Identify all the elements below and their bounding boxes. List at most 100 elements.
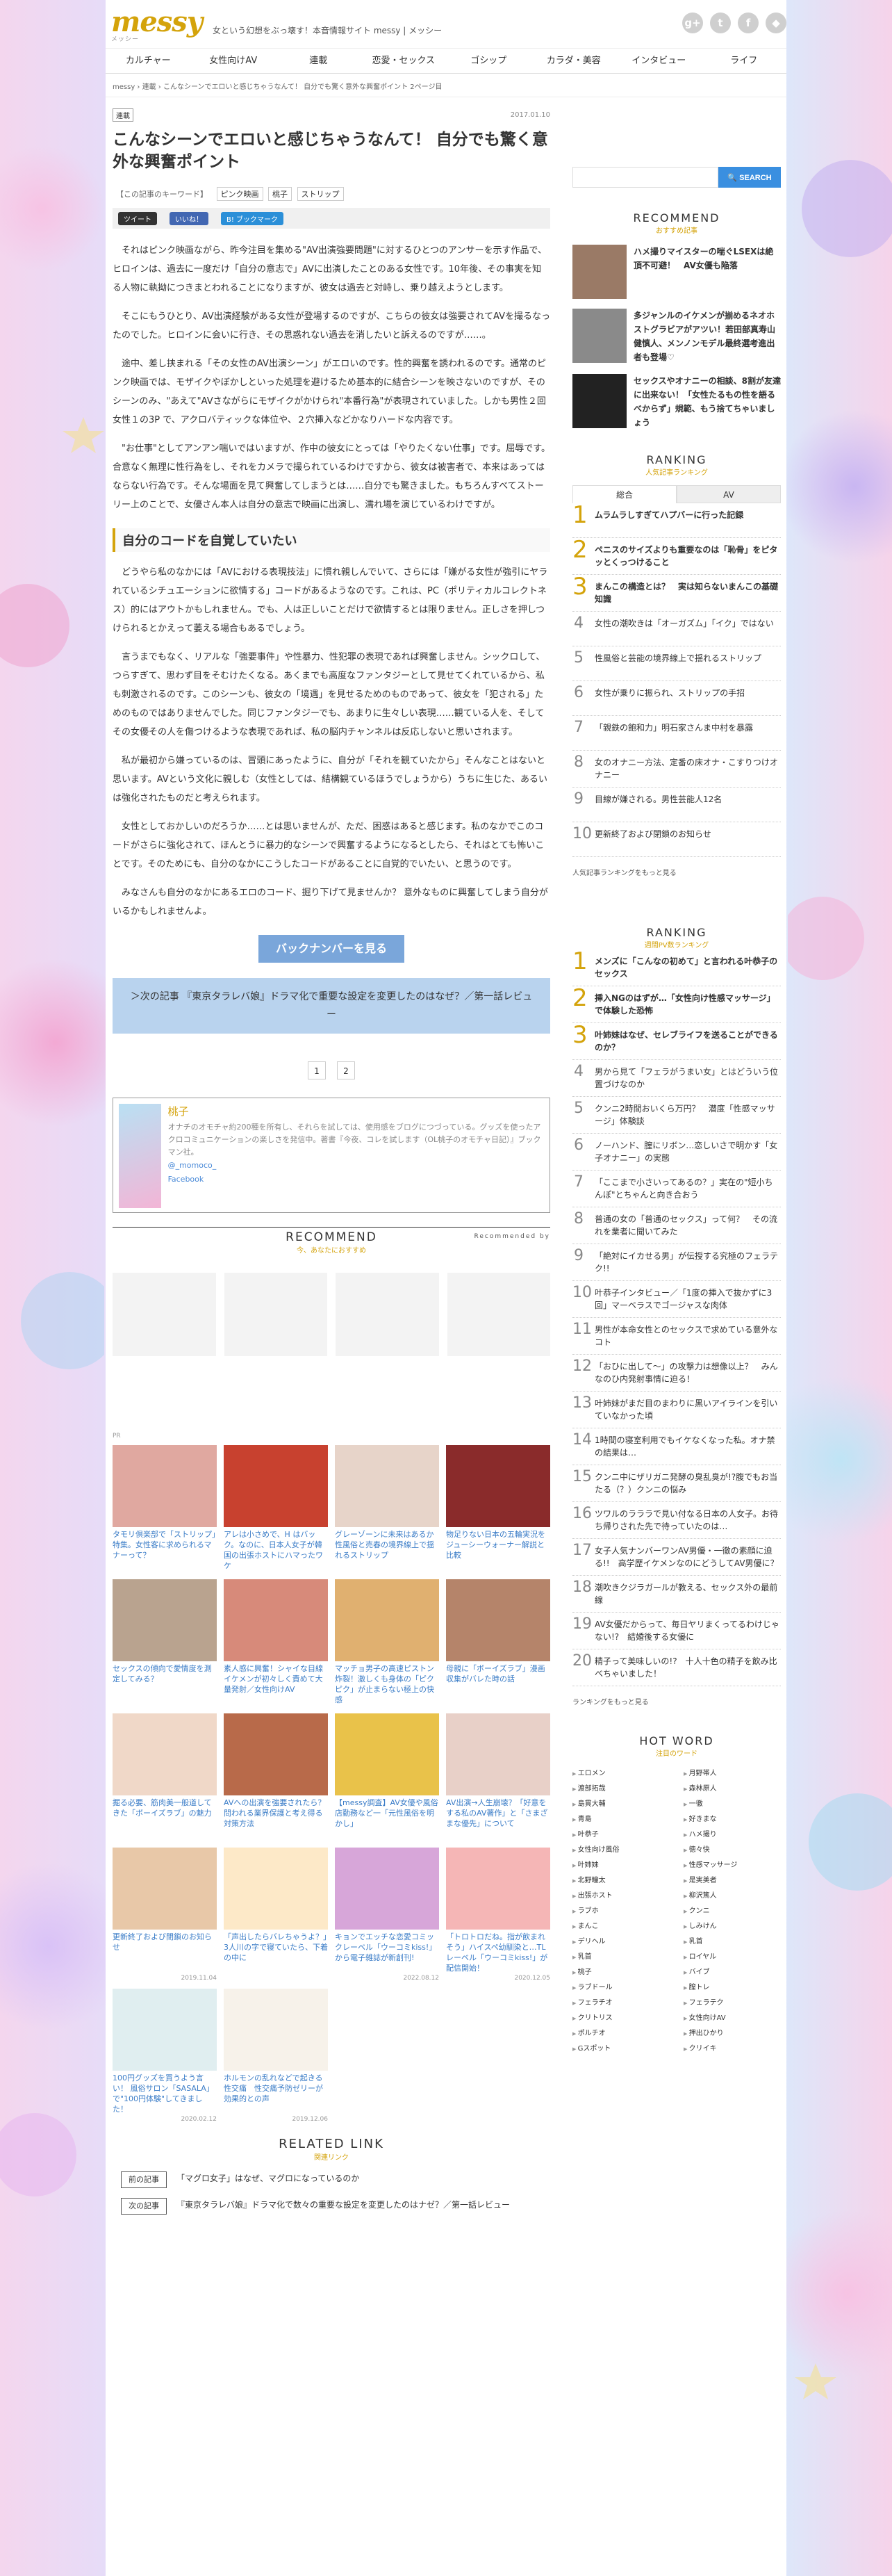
hotword-link[interactable]: 女性向け風俗 [572,1843,670,1858]
side-recommend-item[interactable]: ハメ撮りマイスターの喘ぐLSEXは絶頂不可避！ AV女優も陥落 [572,245,781,299]
hotword-link[interactable]: 桃子 [572,1965,670,1980]
hotword-link[interactable]: 月野帯人 [684,1766,781,1782]
nav-interview[interactable]: インタビュー [616,49,702,73]
ranking-item-title[interactable]: 叶恭子インタビュー／「1度の挿入で抜かずに3回」マーベラスでゴージャスな肉体 [595,1287,781,1312]
ranking-item-title[interactable]: クンニ2時間おいくら万円？ 潜度「性感マッサージ」体験談 [595,1102,781,1127]
related-next[interactable]: 次の記事 『東京タラレバ娘』ドラマ化で数々の重要な設定を変更したのはナゼ？／第一話… [113,2198,550,2215]
recommend-card[interactable]: 【messy調査】AV女優や風俗店勤務など一「元性風俗を明かし」 [335,1713,439,1841]
card-title[interactable]: 「声出したらバレちゃうよ？」3人川の字で寝ていたら、下着の中に [224,1932,328,1975]
ranking-item-title[interactable]: 女性の潮吹きは「オーガズム」「イク」ではない [595,617,774,640]
site-logo[interactable]: messy メッシー [111,6,203,43]
card-thumbnail[interactable] [446,1713,550,1795]
ranking-item-title[interactable]: 目線が嫌される。男性芸能人12名 [595,793,722,816]
card-title[interactable]: マッチョ男子の高速ピストン炸裂！激しくも身体の「ピクピク」が止まらない極上の快感 [335,1663,439,1706]
ranking-item[interactable]: 7 「親鉄の飽和力」明石家さんま中村を暴露 [572,716,781,751]
ranking-item-title[interactable]: 「親鉄の飽和力」明石家さんま中村を暴露 [595,722,753,744]
recommend-card[interactable]: アレは小さめで、H はバック。なのに、日本人女子が韓国の出張ホストにハマったワケ [224,1445,328,1572]
recommend-card[interactable]: 「声出したらバレちゃうよ？」3人川の字で寝ていたら、下着の中に [224,1848,328,1982]
hotword-link[interactable]: ロイヤル [684,1950,781,1965]
hotword-link[interactable]: 北野瞳太 [572,1873,670,1889]
hotword-link[interactable]: しみけん [684,1919,781,1934]
card-title[interactable]: グレーゾーンに未来はあるか 性風俗と売春の境界線上で揺れるストリップ [335,1529,439,1572]
tweet-button[interactable]: ツイート [118,211,157,225]
twitter-icon[interactable]: t [710,13,731,33]
card-thumbnail[interactable] [224,1848,328,1930]
hotword-link[interactable]: フェラチオ [572,1996,670,2011]
ranking-item-title[interactable]: AV女優だからって、毎日ヤリまくってるわけじゃない!? 結婚後する女優に [595,1618,781,1643]
card-thumbnail[interactable] [335,1445,439,1527]
ranking-item-title[interactable]: 更新終了および閉鎖のお知らせ [595,828,711,851]
ranking-item[interactable]: 1 ムラムラしすぎてハプバーに行った記録 [572,503,781,538]
card-title[interactable]: 素人感に興奮！シャイな目線イケメンが初々しく責めて大量発射／女性向けAV [224,1663,328,1706]
nav-gossip[interactable]: ゴシップ [446,49,531,73]
card-thumbnail[interactable] [335,1848,439,1930]
ranking-item[interactable]: 3 叶姉妹はなぜ、セレブライフを送ることができるのか？ [572,1023,781,1060]
card-thumbnail[interactable] [446,1445,550,1527]
ranking-item-title[interactable]: 1時間の寝室利用でもイケなくなった私。オナ禁の結果は… [595,1434,781,1459]
ranking-item[interactable]: 8 女のオナニー方法、定番の床オナ・こすりつけオナニー [572,751,781,788]
recommend-card[interactable]: AV出演→人生崩壊？「好意をする私のAV著作」と「さまざまな優先」について [446,1713,550,1841]
recommend-card[interactable]: 掘る必要、筋肉美一般道してきた「ボーイズラブ」の魅力 [113,1713,217,1841]
card-thumbnail[interactable] [113,1848,217,1930]
ranking-item[interactable]: 4 女性の潮吹きは「オーガズム」「イク」ではない [572,612,781,646]
card-thumbnail[interactable] [224,1445,328,1527]
hotword-link[interactable]: 渡部拓哉 [572,1782,670,1797]
ranking-item[interactable]: 8 普通の女の「普通のセックス」って何？ その流れを業者に聞いてみた [572,1207,781,1244]
page-1[interactable]: 1 [308,1061,326,1079]
hotword-link[interactable]: 女性向けAV [684,2011,781,2026]
ranking-item-title[interactable]: 「ここまで小さいってあるの？」実在の"短小ちんぽ"とちゃんと向き合おう [595,1176,781,1201]
side-recommend-item[interactable]: セックスやオナニーの相談、8割が友達に出来ない！「女性たるもの性を語るべからず」… [572,374,781,430]
hotword-link[interactable]: ラブドール [572,1980,670,1996]
ranking-item-title[interactable]: 潮吹きクジラガールが教える、セックス外の最前線 [595,1581,781,1606]
card-title[interactable]: キョンでエッチな恋愛コミックレーベル「ウーコミkiss!」から電子雑誌が新創刊! [335,1932,439,1975]
hotword-link[interactable]: まんこ [572,1919,670,1934]
hotword-link[interactable]: 出張ホスト [572,1889,670,1904]
ranking-item[interactable]: 5 性風俗と芸能の境界線上で揺れるストリップ [572,646,781,681]
card-thumbnail[interactable] [113,1989,217,2071]
nav-female-av[interactable]: 女性向けAV [191,49,276,73]
ranking-item-title[interactable]: 男性が本命女性とのセックスで求めている意外なコト [595,1323,781,1348]
ranking-item[interactable]: 9 目線が嫌される。男性芸能人12名 [572,788,781,822]
ranking-item-title[interactable]: ムラムラしすぎてハプバーに行った記録 [595,509,743,532]
recommend-card[interactable]: 「トロトロだね。指が飲まれそう」ハイスペ幼馴染と…TLレーベル「ウーコミkiss… [446,1848,550,1982]
breadcrumb[interactable]: messy › 連載 › こんなシーンでエロいと感じちゃうなんて！ 自分でも驚く… [106,74,786,97]
card-title[interactable]: アレは小さめで、H はバック。なのに、日本人女子が韓国の出張ホストにハマったワケ [224,1529,328,1572]
hotword-link[interactable]: 好きまな [684,1812,781,1827]
ranking-item[interactable]: 11 男性が本命女性とのセックスで求めている意外なコト [572,1318,781,1355]
hotword-link[interactable]: デリヘル [572,1934,670,1950]
author-twitter-link[interactable]: @_momoco_ [168,1159,544,1173]
card-thumbnail[interactable] [113,1713,217,1795]
ranking-item-title[interactable]: 男から見て「フェラがうまい女」とはどういう位置づけなのか [595,1066,781,1091]
card-title[interactable]: 100円グッズを買うよう言い！ 風俗サロン「SASALA」で"100円体験"して… [113,2073,217,2116]
ranking-item[interactable]: 6 女性が乗りに振られ、ストリップの手招 [572,681,781,716]
ranking-item[interactable]: 3 まんこの構造とは？ 実は知らないまんこの基礎知識 [572,575,781,612]
ranking-item[interactable]: 2 挿入NGのはずが…「女性向け性感マッサージ」で体験した恐怖 [572,986,781,1023]
ranking-item[interactable]: 14 1時間の寝室利用でもイケなくなった私。オナ禁の結果は… [572,1428,781,1465]
card-thumbnail[interactable] [224,1989,328,2071]
ranking-item[interactable]: 13 叶姉妹がまだ目のまわりに黒いアイラインを引いていなかった頃 [572,1392,781,1428]
ranking-item-title[interactable]: 叶姉妹がまだ目のまわりに黒いアイラインを引いていなかった頃 [595,1397,781,1422]
related-prev[interactable]: 前の記事 「マグロ女子」はなぜ、マグロになっているのか [113,2171,550,2188]
next-article-link[interactable]: ＞次の記事 『東京タラレバ娘』ドラマ化で重要な設定を変更したのはなぜ？／第一話レ… [113,978,550,1034]
like-button[interactable]: いいね！ [170,211,208,225]
hotword-link[interactable]: 徳々快 [684,1843,781,1858]
hatena-bookmark-button[interactable]: B! ブックマーク [221,211,284,225]
card-title[interactable]: ホルモンの乱れなどで起きる性交痛 性交痛予防ゼリーが効果的との声 [224,2073,328,2116]
recommend-card[interactable]: マッチョ男子の高速ピストン炸裂！激しくも身体の「ピクピク」が止まらない極上の快感 [335,1579,439,1706]
hotword-link[interactable]: ラブホ [572,1904,670,1919]
ranking-item[interactable]: 7 「ここまで小さいってあるの？」実在の"短小ちんぽ"とちゃんと向き合おう [572,1171,781,1207]
ranking-item-title[interactable]: クンニ中にザリガニ発酵の臭乱臭が!?腹でもお当たる（？）クンニの悩み [595,1471,781,1496]
card-thumbnail[interactable] [113,1445,217,1527]
hotword-link[interactable]: ハメ撮り [684,1827,781,1843]
keyword-tag[interactable]: ストリップ [297,187,344,201]
recommend-card[interactable]: セックスの傾向で愛情度を測定してみる？ [113,1579,217,1706]
hotword-link[interactable]: フェラテク [684,1996,781,2011]
ranking-item[interactable]: 18 潮吹きクジラガールが教える、セックス外の最前線 [572,1576,781,1613]
hotword-link[interactable]: クリトリス [572,2011,670,2026]
ranking-item-title[interactable]: ノーハンド、膣にリボン…恋しいさで明かす「女子オナニー」の実態 [595,1139,781,1164]
recommend-card[interactable]: 母親に「ボーイズラブ」漫画収集がバレた時の話 [446,1579,550,1706]
ranking-item[interactable]: 5 クンニ2時間おいくら万円？ 潜度「性感マッサージ」体験談 [572,1097,781,1134]
author-facebook-link[interactable]: Facebook [168,1173,544,1187]
ranking-item[interactable]: 15 クンニ中にザリガニ発酵の臭乱臭が!?腹でもお当たる（？）クンニの悩み [572,1465,781,1502]
search-input[interactable] [572,167,718,188]
